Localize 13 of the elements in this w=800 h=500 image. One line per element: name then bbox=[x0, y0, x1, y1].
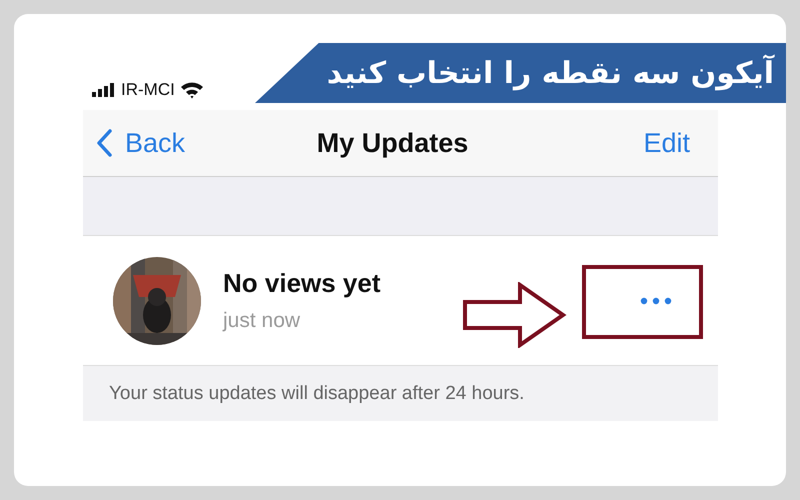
status-title: No views yet bbox=[223, 268, 382, 299]
chevron-icon bbox=[95, 128, 113, 158]
signal-icon bbox=[92, 83, 116, 97]
more-button[interactable] bbox=[640, 296, 672, 304]
footer-note: Your status updates will disappear after 24 hours. bbox=[109, 382, 524, 404]
back-button[interactable]: Back bbox=[95, 128, 186, 158]
wifi-icon bbox=[180, 81, 204, 99]
timestamp: just now bbox=[223, 309, 302, 333]
screen-title: My Updates bbox=[316, 128, 468, 158]
carrier-name: IR-MCI bbox=[121, 80, 175, 100]
edit-button[interactable]: Edit bbox=[643, 128, 690, 158]
banner-text: آیکون سه نقطه را انتخاب کنید bbox=[326, 56, 774, 90]
more-icon bbox=[640, 296, 672, 304]
